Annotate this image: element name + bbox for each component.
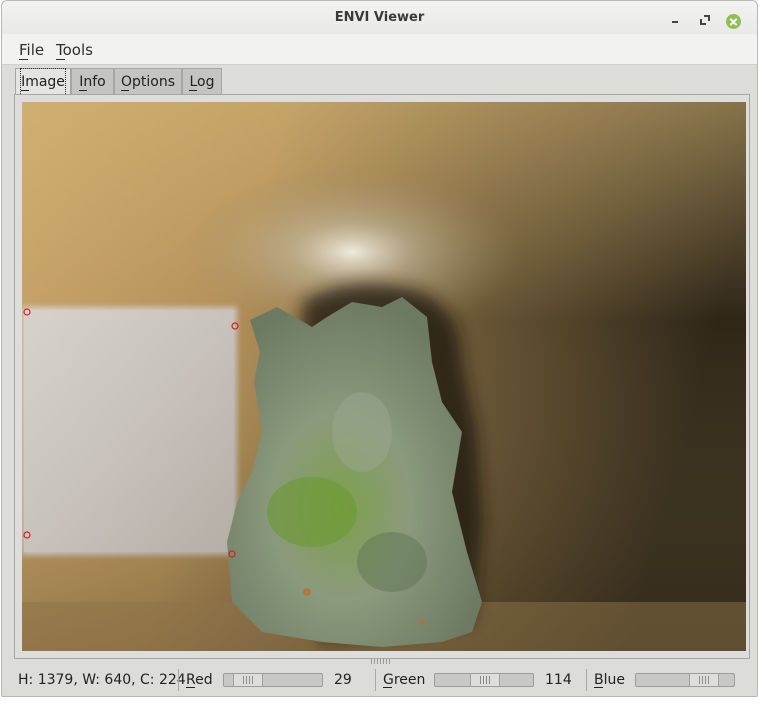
title-bar[interactable]: ENVI Viewer — [2, 1, 757, 34]
tab-log[interactable]: Log — [182, 68, 222, 95]
splitter-handle[interactable] — [371, 659, 391, 664]
separator — [586, 669, 587, 691]
image-tab-panel — [14, 94, 750, 659]
green-band-value: 114 — [545, 672, 572, 688]
status-bar: H: 1379, W: 640, C: 224 Red 29 Green 114… — [2, 665, 757, 695]
blue-band-label: Blue — [594, 672, 625, 688]
app-window: ENVI Viewer File Tools Image Info Option… — [1, 0, 758, 697]
separator — [375, 669, 376, 691]
red-band-value: 29 — [334, 672, 352, 688]
close-icon[interactable] — [726, 14, 741, 29]
tab-info-label: Info — [79, 69, 106, 95]
menu-tools[interactable]: Tools — [56, 41, 93, 60]
green-band-slider[interactable] — [434, 673, 534, 687]
separator — [178, 669, 179, 691]
menu-bar: File Tools — [2, 34, 757, 65]
tab-image[interactable]: Image — [15, 68, 71, 96]
red-band-label: Red — [186, 672, 213, 688]
blue-band-slider[interactable] — [635, 673, 735, 687]
red-band-slider[interactable] — [223, 673, 323, 687]
green-slider-thumb[interactable] — [470, 674, 500, 686]
red-slider-thumb[interactable] — [233, 674, 263, 686]
image-canvas[interactable] — [22, 102, 746, 651]
blue-slider-thumb[interactable] — [689, 674, 719, 686]
tab-image-label: Image — [20, 68, 66, 96]
green-band-label: Green — [383, 672, 426, 688]
tab-info[interactable]: Info — [71, 68, 114, 95]
tab-options-label: Options — [120, 69, 175, 95]
menu-file[interactable]: File — [19, 41, 44, 60]
tab-log-label: Log — [189, 69, 215, 95]
restore-icon[interactable] — [697, 12, 711, 26]
window-title: ENVI Viewer — [334, 10, 425, 25]
image-dimensions: H: 1379, W: 640, C: 224 — [18, 672, 186, 688]
rgb-composite-image — [22, 102, 746, 651]
minimize-icon[interactable] — [668, 12, 682, 26]
tab-options[interactable]: Options — [114, 68, 182, 95]
